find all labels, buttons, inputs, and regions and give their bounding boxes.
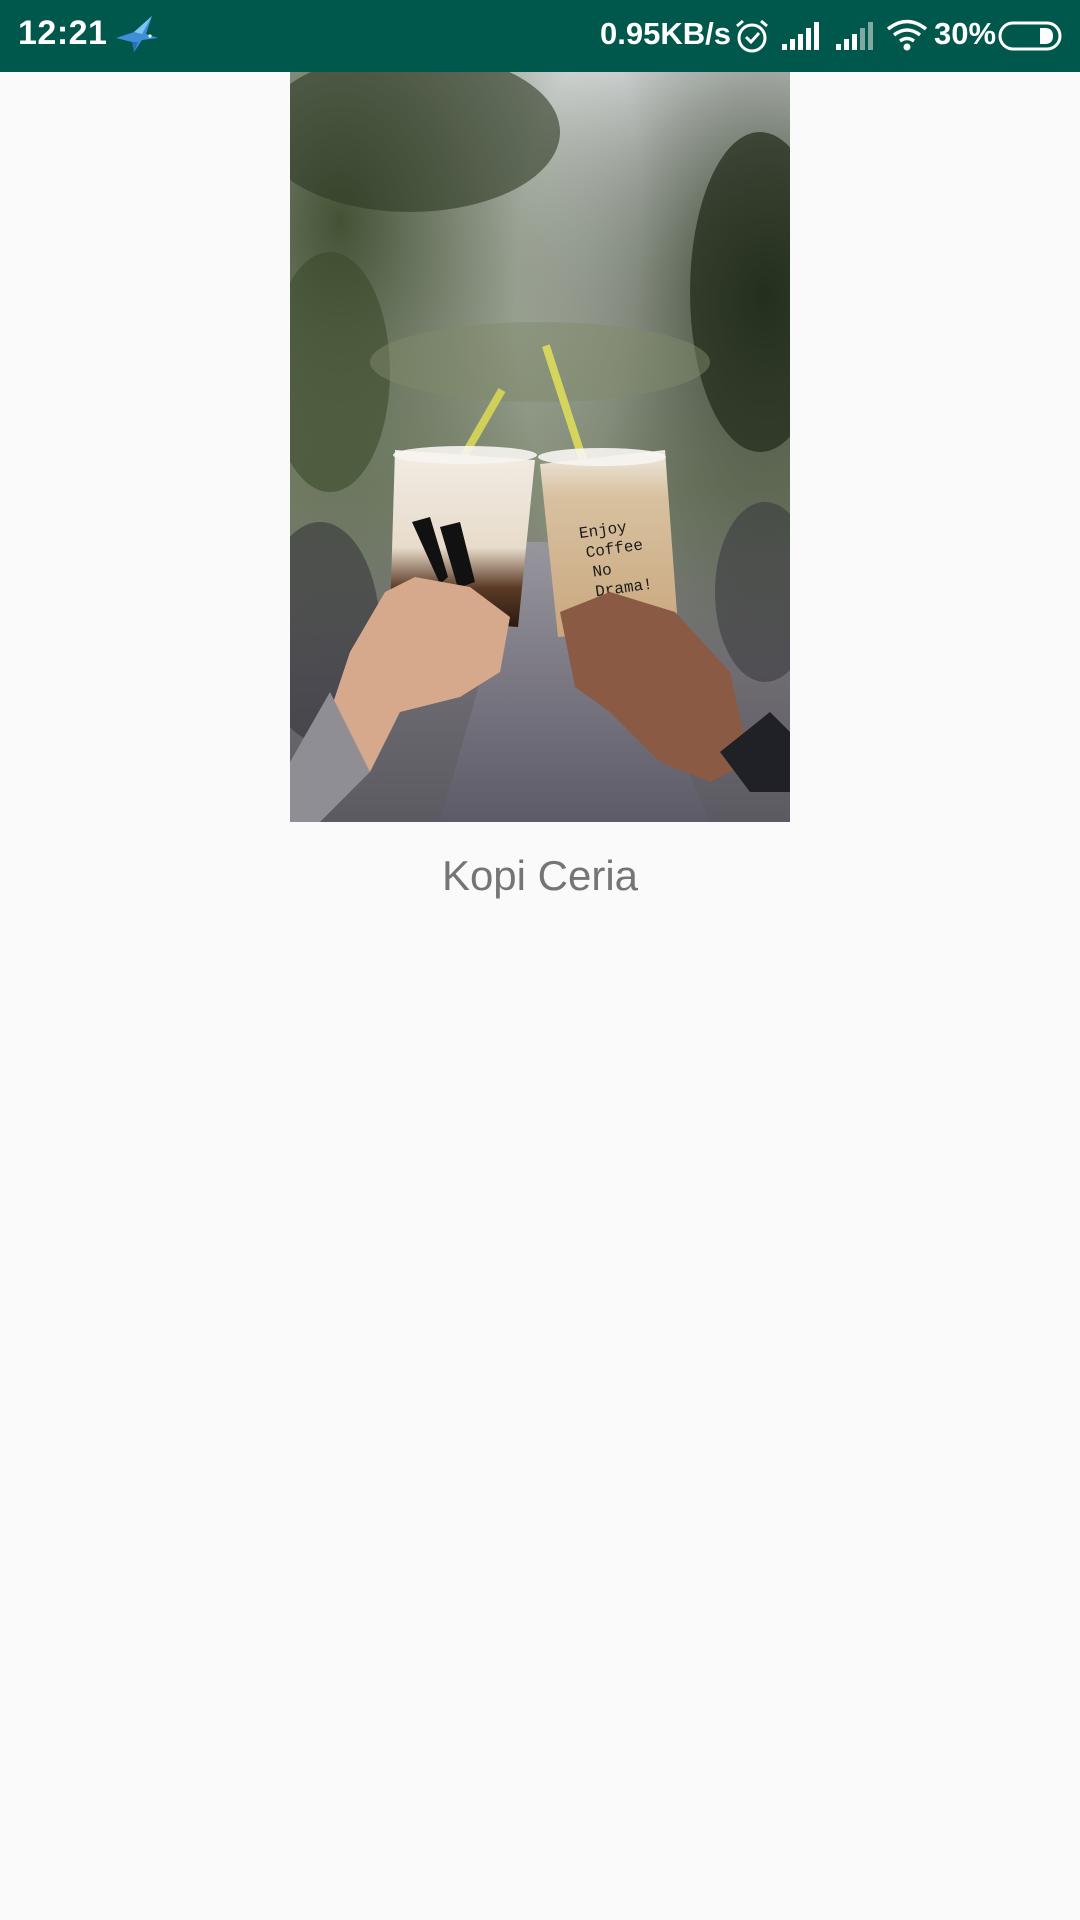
signal-icon bbox=[780, 20, 822, 52]
battery-icon bbox=[998, 20, 1064, 52]
svg-text:No: No bbox=[591, 561, 613, 581]
signal-icon-secondary bbox=[834, 20, 876, 52]
wifi-icon bbox=[886, 18, 928, 52]
alarm-icon bbox=[734, 18, 770, 54]
network-speed: 0.95KB/s bbox=[600, 16, 731, 51]
status-time: 12:21 bbox=[18, 14, 108, 52]
status-bar: 12:21 0.95KB/s 30% bbox=[0, 0, 1080, 72]
battery-percent: 30% bbox=[934, 16, 997, 51]
bird-icon bbox=[112, 12, 160, 56]
coffee-photo: Enjoy Coffee No Drama! bbox=[290, 72, 790, 822]
main-content: Enjoy Coffee No Drama! Kopi Ceria bbox=[0, 72, 1080, 1920]
coffee-caption: Kopi Ceria bbox=[441, 852, 639, 899]
